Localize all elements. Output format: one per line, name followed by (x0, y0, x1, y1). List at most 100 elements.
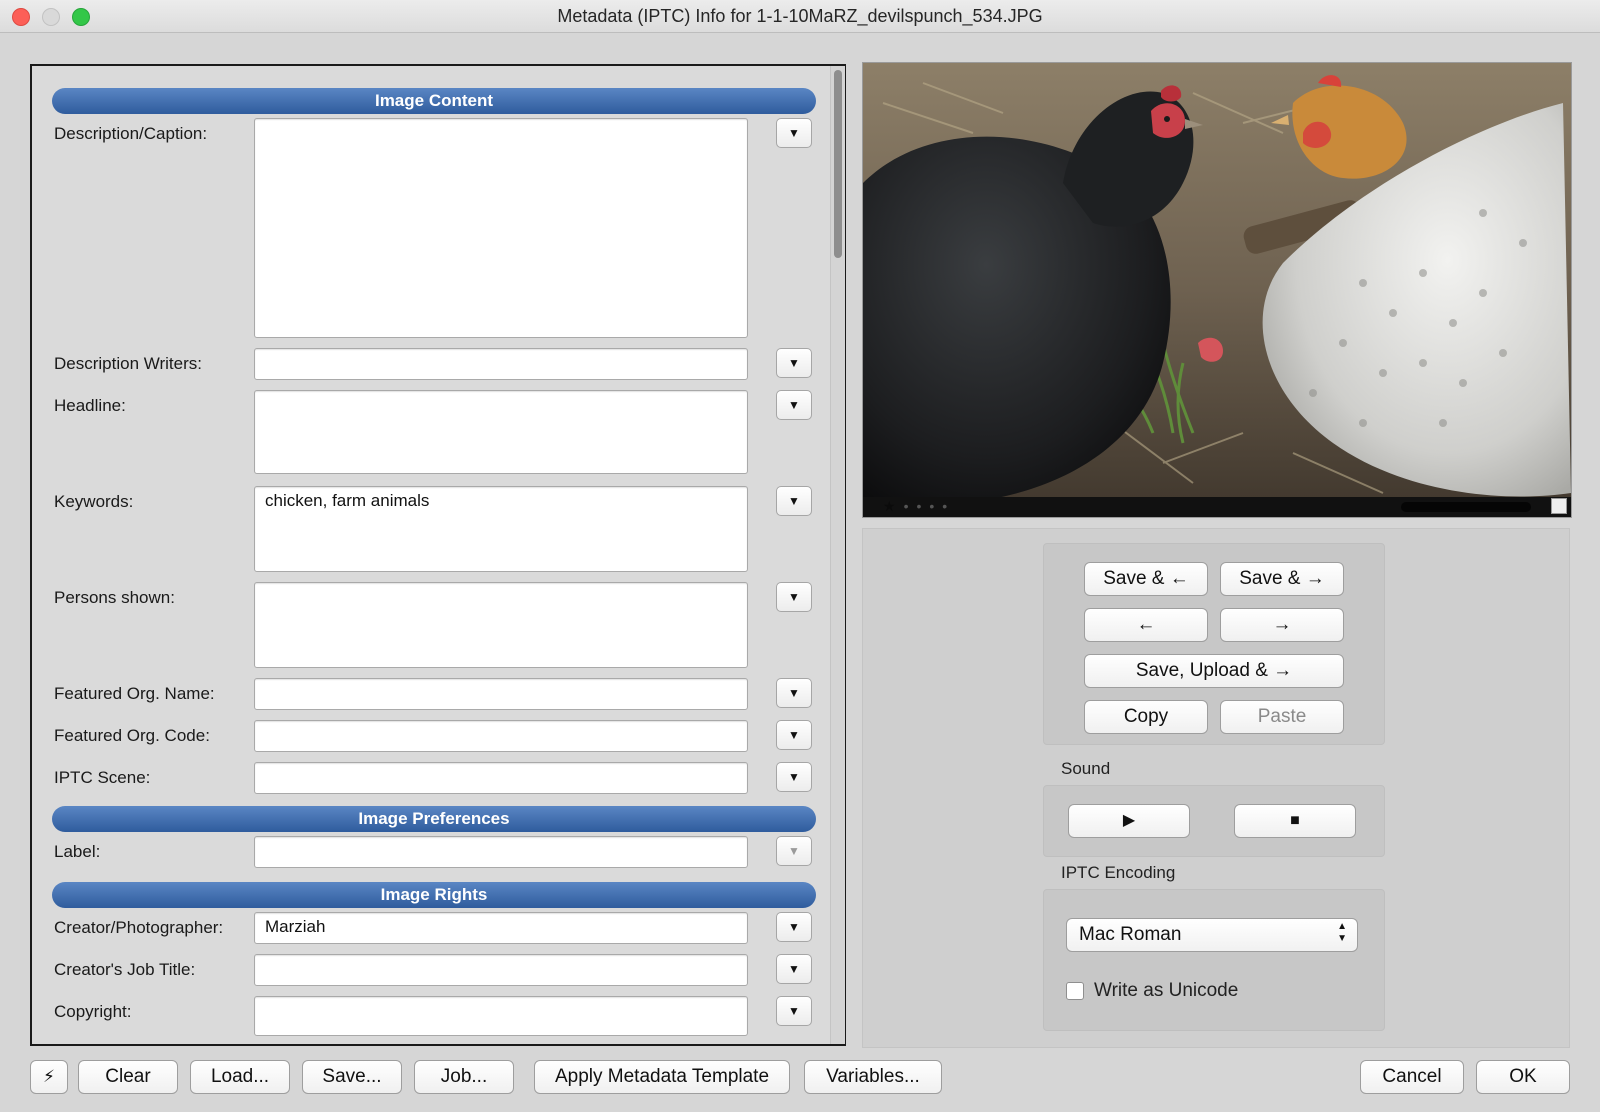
creator-photographer-input[interactable]: Marziah (254, 912, 748, 944)
rating-stars[interactable]: ★•••• (883, 498, 955, 515)
previous-button[interactable]: ← (1084, 608, 1208, 642)
description-writers-label: Description Writers: (54, 354, 202, 373)
dropdown-icon: ▼ (788, 920, 800, 934)
dropdown-icon: ▼ (788, 686, 800, 700)
keywords-label: Keywords: (54, 492, 134, 511)
star-icon: • (916, 498, 930, 514)
iptc-scene-input[interactable] (254, 762, 748, 794)
copyright-label: Copyright: (54, 1002, 132, 1021)
write-as-unicode-checkbox[interactable] (1066, 982, 1084, 1000)
select-arrows-icon: ▲ ▼ (1337, 921, 1347, 944)
stop-icon: ■ (1290, 812, 1300, 829)
save-template-button[interactable]: Save... (302, 1060, 402, 1094)
paste-button[interactable]: Paste (1220, 700, 1344, 734)
dropdown-icon: ▼ (788, 844, 800, 858)
persons-shown-dropdown-button[interactable]: ▼ (776, 582, 812, 612)
variables-button[interactable]: Variables... (804, 1060, 942, 1094)
iptc-encoding-select[interactable]: Mac Roman ▲ ▼ (1066, 918, 1358, 952)
metadata-window: Metadata (IPTC) Info for 1-1-10MaRZ_devi… (0, 0, 1600, 1112)
description-caption-input[interactable] (254, 118, 748, 338)
iptc-scene-label: IPTC Scene: (54, 768, 151, 787)
persons-shown-label: Persons shown: (54, 588, 175, 607)
featured-org-name-input[interactable] (254, 678, 748, 710)
creator-job-title-dropdown-button[interactable]: ▼ (776, 954, 812, 984)
featured-org-code-label: Featured Org. Code: (54, 726, 210, 745)
play-sound-button[interactable]: ▶ (1068, 804, 1190, 838)
quick-action-button[interactable]: ⚡ (30, 1060, 68, 1094)
stop-sound-button[interactable]: ■ (1234, 804, 1356, 838)
job-button[interactable]: Job... (414, 1060, 514, 1094)
creator-photographer-dropdown-button[interactable]: ▼ (776, 912, 812, 942)
star-icon: • (942, 498, 956, 514)
lightning-icon: ⚡ (43, 1067, 55, 1086)
copyright-dropdown-button[interactable]: ▼ (776, 996, 812, 1026)
featured-org-code-input[interactable] (254, 720, 748, 752)
iptc-scene-dropdown-button[interactable]: ▼ (776, 762, 812, 792)
headline-dropdown-button[interactable]: ▼ (776, 390, 812, 420)
section-header-image-content: Image Content (52, 88, 816, 114)
apply-metadata-template-button[interactable]: Apply Metadata Template (534, 1060, 790, 1094)
navigation-group: Save & ← Save & → ← → Save, Upload & → C… (1043, 543, 1385, 745)
cancel-button[interactable]: Cancel (1360, 1060, 1464, 1094)
label-input[interactable] (254, 836, 748, 868)
star-icon: ★ (883, 498, 904, 514)
write-as-unicode-label: Write as Unicode (1094, 980, 1239, 1001)
creator-job-title-input[interactable] (254, 954, 748, 986)
save-next-button[interactable]: Save & → (1220, 562, 1344, 596)
label-dropdown-button[interactable]: ▼ (776, 836, 812, 866)
copyright-input[interactable] (254, 996, 748, 1036)
copy-button[interactable]: Copy (1084, 700, 1208, 734)
featured-org-name-label: Featured Org. Name: (54, 684, 215, 703)
image-preview: ★•••• (862, 62, 1572, 518)
dropdown-icon: ▼ (788, 356, 800, 370)
creator-photographer-label: Creator/Photographer: (54, 918, 224, 937)
keywords-input[interactable]: chicken, farm animals (254, 486, 748, 572)
dropdown-icon: ▼ (788, 590, 800, 604)
dropdown-icon: ▼ (788, 494, 800, 508)
iptc-encoding-label: IPTC Encoding (1061, 863, 1176, 882)
iptc-encoding-selected-value: Mac Roman (1079, 924, 1182, 945)
persons-shown-input[interactable] (254, 582, 748, 668)
dropdown-icon: ▼ (788, 962, 800, 976)
headline-input[interactable] (254, 390, 748, 474)
play-icon: ▶ (1122, 812, 1136, 829)
featured-org-code-dropdown-button[interactable]: ▼ (776, 720, 812, 750)
dropdown-icon: ▼ (788, 728, 800, 742)
dropdown-icon: ▼ (788, 770, 800, 784)
chickens-photo (863, 63, 1571, 517)
control-panel: Save & ← Save & → ← → Save, Upload & → C… (862, 528, 1570, 1048)
next-button[interactable]: → (1220, 608, 1344, 642)
load-button[interactable]: Load... (190, 1060, 290, 1094)
preview-progress-bar (1401, 502, 1531, 512)
sound-label: Sound (1061, 759, 1111, 778)
save-upload-next-button[interactable]: Save, Upload & → (1084, 654, 1344, 688)
description-caption-label: Description/Caption: (54, 124, 208, 143)
clear-button[interactable]: Clear (78, 1060, 178, 1094)
section-header-image-rights: Image Rights (52, 882, 816, 908)
description-writers-input[interactable] (254, 348, 748, 380)
headline-label: Headline: (54, 396, 126, 415)
form-scrollbar-thumb[interactable] (834, 70, 842, 258)
section-header-image-preferences: Image Preferences (52, 806, 816, 832)
window-title: Metadata (IPTC) Info for 1-1-10MaRZ_devi… (557, 6, 1043, 26)
preview-status-bar: ★•••• (863, 497, 1571, 517)
keywords-dropdown-button[interactable]: ▼ (776, 486, 812, 516)
description-writers-dropdown-button[interactable]: ▼ (776, 348, 812, 378)
title-bar: Metadata (IPTC) Info for 1-1-10MaRZ_devi… (0, 0, 1600, 33)
sound-group: ▶ ■ (1043, 785, 1385, 857)
star-icon: • (929, 498, 943, 514)
featured-org-name-dropdown-button[interactable]: ▼ (776, 678, 812, 708)
encoding-group: Mac Roman ▲ ▼ Write as Unicode (1043, 889, 1385, 1031)
dropdown-icon: ▼ (788, 1004, 800, 1018)
star-icon: • (903, 498, 917, 514)
metadata-form-panel: Image Content Description/Caption: ▼ Des… (30, 64, 846, 1046)
description-caption-dropdown-button[interactable]: ▼ (776, 118, 812, 148)
form-scrollbar[interactable] (830, 66, 845, 1044)
dropdown-icon: ▼ (788, 398, 800, 412)
creator-job-title-label: Creator's Job Title: (54, 960, 196, 979)
ok-button[interactable]: OK (1476, 1060, 1570, 1094)
save-previous-button[interactable]: Save & ← (1084, 562, 1208, 596)
dropdown-icon: ▼ (788, 126, 800, 140)
preview-color-label-box[interactable] (1551, 498, 1567, 514)
label-label: Label: (54, 842, 101, 861)
